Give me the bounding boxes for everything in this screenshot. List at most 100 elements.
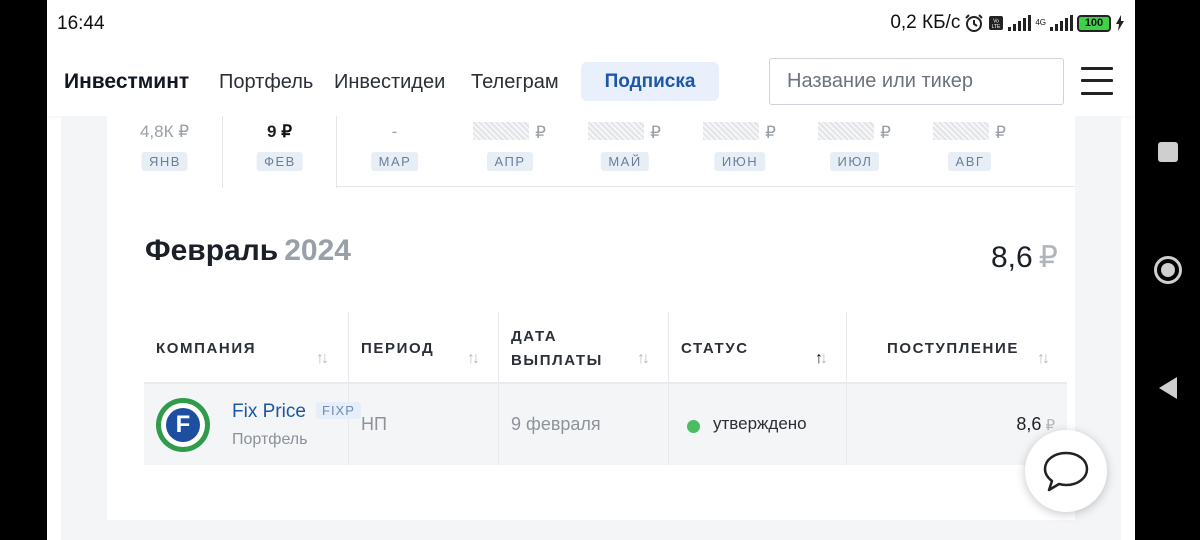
month-tab-value: ₽ [452, 122, 567, 143]
search-input[interactable] [769, 58, 1064, 105]
company-name-link[interactable]: Fix Price [232, 401, 306, 423]
tabs-divider [337, 186, 1075, 187]
hidden-value-placeholder [703, 122, 760, 140]
month-tab-currency: ₽ [765, 123, 776, 142]
col-date[interactable]: ДАТА ВЫПЛАТЫ ↑↓ [499, 312, 669, 384]
network-speed: 0,2 КБ/с [890, 12, 961, 33]
col-company-label: КОМПАНИЯ [156, 340, 257, 357]
month-tab-июл[interactable]: ₽ ИЮЛ [797, 116, 912, 188]
cell-company: F Fix Price FIXP Портфель [144, 384, 361, 465]
month-tab-value: ₽ [797, 122, 912, 143]
month-tab-фев[interactable]: 9 ₽ ФЕВ [222, 116, 337, 188]
company-source: Портфель [232, 431, 308, 448]
month-tab-label: АПР [486, 152, 533, 171]
company-logo-ring: F [161, 403, 205, 447]
table-row[interactable]: F Fix Price FIXP Портфель НП 9 февраля у… [144, 384, 1067, 465]
col-company[interactable]: КОМПАНИЯ ↑↓ [144, 312, 349, 384]
signal-icon [1008, 15, 1032, 31]
col-income[interactable]: ПОСТУПЛЕНИЕ ↑↓ [847, 312, 1067, 384]
system-nav-bar [1135, 0, 1200, 540]
back-triangle-icon [1158, 377, 1177, 399]
nav-ideas[interactable]: Инвестидеи [334, 71, 445, 94]
cell-status: утверждено [669, 384, 847, 465]
month-name: Февраль [145, 234, 279, 267]
menu-icon[interactable] [1081, 67, 1113, 95]
month-tab-мар[interactable]: - МАР [337, 116, 452, 188]
month-tab-value: - [337, 122, 452, 142]
month-tab-май[interactable]: ₽ МАЙ [567, 116, 682, 188]
month-tab-currency: ₽ [650, 123, 661, 142]
month-tab-янв[interactable]: 4,8К ₽ ЯНВ [107, 116, 222, 188]
month-tab-label: ФЕВ [256, 152, 303, 171]
month-tab-label: ИЮН [713, 152, 766, 171]
chat-bubble-icon [1043, 451, 1089, 492]
battery-icon: 100 [1077, 14, 1111, 32]
site-header: Инвестминт Портфель Инвестидеи Телеграм … [47, 46, 1135, 116]
home-circle-icon [1153, 256, 1182, 284]
nav-portfolio[interactable]: Портфель [219, 71, 313, 94]
network-type: 4G [1035, 18, 1046, 27]
nav-telegram[interactable]: Телеграм [471, 71, 559, 94]
month-tab-currency: ₽ [178, 122, 190, 141]
phone-screen: 16:44 0,2 КБ/с Vo LTE 4G 100 Инвестминт П… [47, 0, 1135, 540]
month-tab-label: АВГ [947, 152, 992, 171]
hidden-value-placeholder [473, 122, 530, 140]
month-tab-авг[interactable]: ₽ АВГ [912, 116, 1027, 188]
recents-button[interactable] [1135, 140, 1200, 164]
month-tab-currency: ₽ [281, 122, 293, 141]
month-tab-amount: - [391, 122, 398, 141]
svg-text:LTE: LTE [992, 24, 1001, 30]
signal-icon-2 [1050, 15, 1073, 31]
month-tab-июн[interactable]: ₽ ИЮН [682, 116, 797, 188]
back-button[interactable] [1135, 375, 1200, 401]
month-tab-label: ЯНВ [141, 152, 188, 171]
month-tab-label: ИЮЛ [829, 152, 880, 171]
volte-icon: VoLTE [989, 16, 1004, 30]
date-value: 9 февраля [511, 414, 601, 434]
hidden-value-placeholder [588, 122, 645, 140]
hidden-value-placeholder [818, 122, 875, 140]
col-date-label-1: ДАТА [511, 328, 558, 345]
sort-icon: ↑↓ [316, 350, 329, 367]
month-tab-value: ₽ [682, 122, 797, 143]
charging-icon [1116, 15, 1124, 31]
month-tab-апр[interactable]: ₽ АПР [452, 116, 567, 188]
sort-icon: ↑↓ [467, 350, 480, 367]
month-tab-value: 9 ₽ [223, 122, 336, 142]
sort-icon: ↑↓ [1037, 350, 1050, 367]
sort-active-icon: ↑↓ [815, 350, 828, 367]
hidden-value-placeholder [933, 122, 990, 140]
month-tab-amount: 4,8К [139, 122, 174, 141]
month-total-value: 8,6 [991, 241, 1033, 274]
col-date-label-2: ВЫПЛАТЫ [511, 352, 603, 369]
status-value: утверждено [713, 414, 807, 433]
month-tabs: 4,8К ₽ ЯНВ 9 ₽ ФЕВ - МАР ₽ АПР ₽ МАЙ ₽ ИЮН ₽ ИЮЛ ₽ АВГ [107, 116, 1075, 188]
col-status-label: СТАТУС [681, 340, 749, 357]
company-logo-letter: F [166, 408, 200, 442]
col-status[interactable]: СТАТУС ↑↓ [669, 312, 847, 384]
subscribe-button[interactable]: Подписка [581, 62, 719, 101]
company-logo: F [156, 398, 210, 452]
month-tab-value: ₽ [912, 122, 1027, 143]
col-period-label: ПЕРИОД [361, 340, 435, 357]
month-total-currency: ₽ [1038, 241, 1058, 274]
month-total: 8,6 ₽ [991, 240, 1058, 275]
cell-date: 9 февраля [499, 384, 669, 465]
col-period[interactable]: ПЕРИОД ↑↓ [349, 312, 499, 384]
month-tab-value: 4,8К ₽ [107, 122, 222, 142]
sort-icon: ↑↓ [637, 350, 650, 367]
square-icon [1157, 142, 1178, 162]
month-tab-currency: ₽ [995, 123, 1006, 142]
period-value: НП [361, 414, 387, 434]
chat-button[interactable] [1025, 430, 1107, 512]
col-income-label: ПОСТУПЛЕНИЕ [887, 340, 1019, 357]
alarm-icon [965, 14, 984, 32]
income-amount: 8,6 [1016, 414, 1042, 434]
site-logo[interactable]: Инвестминт [64, 70, 189, 94]
status-bar: 16:44 0,2 КБ/с Vo LTE 4G 100 [47, 0, 1135, 46]
page-background: 4,8К ₽ ЯНВ 9 ₽ ФЕВ - МАР ₽ АПР ₽ МАЙ ₽ ИЮН ₽ ИЮЛ ₽ АВГ … [61, 116, 1121, 540]
home-button[interactable] [1135, 254, 1200, 286]
month-tab-amount: 9 [266, 122, 277, 141]
month-tab-value: ₽ [567, 122, 682, 143]
month-tab-currency: ₽ [880, 123, 891, 142]
